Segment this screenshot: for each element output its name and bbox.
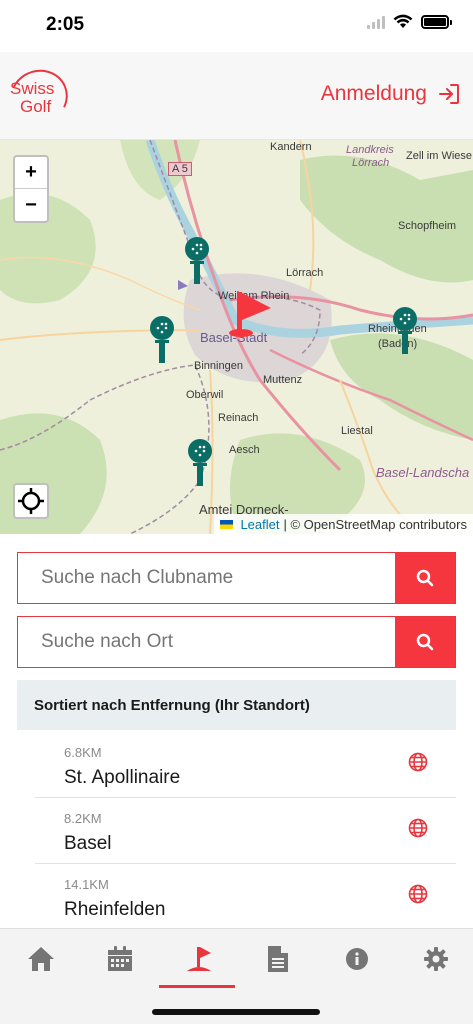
zoom-out-button[interactable]: − — [15, 189, 47, 221]
golf-flag-icon — [186, 947, 211, 971]
map-attribution: Leaflet | © OpenStreetMap contributors — [214, 514, 473, 534]
logo-text-swiss: Swiss — [10, 79, 55, 98]
crosshair-icon — [18, 488, 44, 514]
map-label-muttenz: Muttenz — [263, 374, 303, 386]
map-label-binningen: Binningen — [194, 360, 243, 372]
map-label-reinach: Reinach — [218, 412, 259, 424]
leaflet-link[interactable]: Leaflet — [240, 517, 279, 532]
map-label-kandern: Kandern — [270, 141, 312, 153]
place-search-button[interactable] — [395, 617, 455, 667]
club-search-button[interactable] — [395, 553, 455, 603]
globe-icon[interactable] — [408, 818, 428, 838]
club-search-input[interactable] — [18, 553, 395, 603]
tab-settings[interactable] — [396, 929, 473, 989]
user-location-flag-icon[interactable] — [227, 290, 275, 338]
tab-calendar[interactable] — [80, 929, 159, 989]
map-label-loerrach-region: Lörrach — [352, 157, 390, 169]
status-time: 2:05 — [46, 14, 85, 35]
list-item[interactable]: 6.8KM St. Apollinaire — [35, 732, 456, 798]
tab-documents[interactable] — [238, 929, 317, 989]
map-label-basel-landschaft: Basel-Landscha — [376, 465, 470, 480]
active-tab-indicator — [159, 985, 235, 988]
golf-club-pin-icon[interactable] — [185, 438, 215, 486]
zoom-in-button[interactable]: + — [15, 157, 47, 189]
zoom-control: + − — [13, 155, 49, 223]
gear-icon — [423, 947, 448, 971]
tab-home[interactable] — [1, 929, 80, 989]
search-icon — [416, 633, 434, 651]
map-label-aesch: Aesch — [229, 444, 260, 456]
wifi-icon — [393, 14, 413, 28]
club-name: Basel — [64, 833, 112, 854]
place-search-input[interactable] — [18, 617, 395, 667]
list-item[interactable]: 8.2KM Basel — [35, 798, 456, 864]
map-label-zell: Zell im Wiese — [406, 150, 473, 162]
home-indicator — [152, 1009, 320, 1015]
login-label: Anmeldung — [320, 82, 427, 105]
club-name: St. Apollinaire — [64, 767, 181, 788]
tab-info[interactable] — [317, 929, 396, 989]
tab-clubs[interactable] — [159, 929, 238, 989]
club-distance: 14.1KM — [64, 877, 109, 892]
map-label-schopfheim: Schopfheim — [398, 220, 457, 232]
locate-me-button[interactable] — [13, 483, 49, 519]
info-icon — [345, 948, 368, 970]
login-button[interactable]: Anmeldung — [321, 82, 461, 106]
map-label-a5: A 5 — [168, 162, 192, 176]
map-label-landkreis: Landkreis — [346, 144, 394, 156]
ukraine-flag-icon — [220, 519, 234, 529]
home-icon — [27, 947, 54, 971]
map-label-loerrach: Lörrach — [286, 267, 324, 279]
attribution-text: | © OpenStreetMap contributors — [283, 516, 468, 532]
signal-icon — [367, 15, 385, 29]
club-search-box — [17, 552, 456, 604]
app-header: Swiss Golf Anmeldung — [0, 52, 473, 140]
sort-info-bar[interactable]: Sortiert nach Entfernung (Ihr Standort) — [17, 680, 456, 730]
club-distance: 8.2KM — [64, 811, 102, 826]
swiss-golf-logo[interactable]: Swiss Golf — [2, 61, 76, 133]
golf-club-pin-icon[interactable] — [182, 236, 212, 284]
logo-text-golf: Golf — [20, 97, 52, 116]
calendar-icon — [107, 946, 132, 971]
globe-icon[interactable] — [408, 752, 428, 772]
sort-label: Sortiert nach Entfernung (Ihr Standort) — [34, 696, 310, 714]
club-name: Rheinfelden — [64, 899, 166, 920]
map-label-oberwil: Oberwil — [186, 389, 224, 401]
list-item[interactable]: 14.1KM Rheinfelden — [35, 864, 456, 928]
golf-club-pin-icon[interactable] — [147, 315, 177, 363]
search-icon — [416, 569, 434, 587]
club-list[interactable]: 6.8KM St. Apollinaire 8.2KM Basel 14.1KM… — [0, 732, 473, 928]
battery-icon — [421, 14, 452, 29]
club-distance: 6.8KM — [64, 745, 102, 760]
map-view[interactable]: Kandern Landkreis Lörrach Zell im Wiese … — [0, 140, 473, 534]
place-search-box — [17, 616, 456, 668]
status-bar: 2:05 — [0, 0, 473, 52]
golf-club-pin-icon[interactable] — [390, 306, 420, 354]
document-icon — [267, 946, 288, 972]
login-icon — [439, 84, 459, 104]
status-icons — [367, 14, 452, 29]
map-label-liestal: Liestal — [341, 425, 373, 437]
globe-icon[interactable] — [408, 884, 428, 904]
